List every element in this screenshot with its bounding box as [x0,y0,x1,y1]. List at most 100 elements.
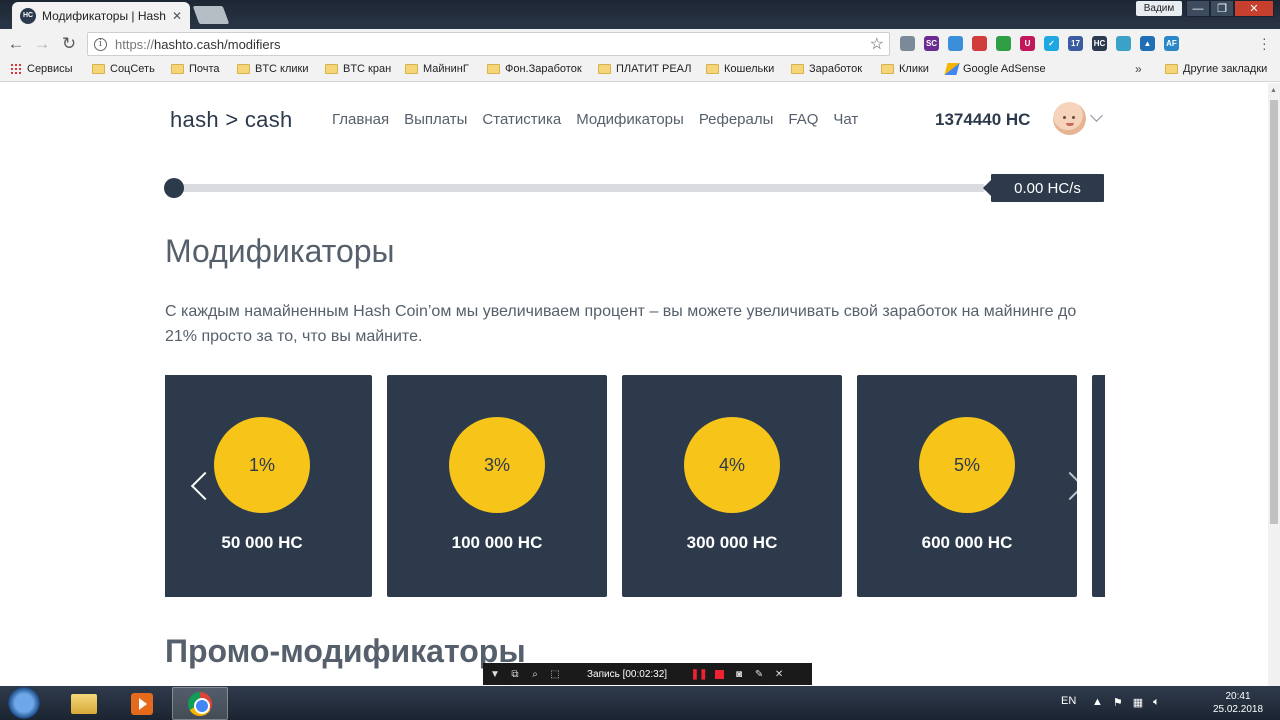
bookmark-star-icon[interactable]: ☆ [870,34,884,54]
bookmark-label: Заработок [809,63,863,75]
map-ext-icon[interactable] [1116,36,1131,51]
info-icon[interactable]: i [94,37,107,51]
hc-ext-icon[interactable]: HC [1092,36,1107,51]
recorder-window-icon[interactable]: ⧉ [509,668,521,680]
input-language[interactable]: EN [1061,695,1076,707]
bookmark-label: МайнинГ [423,63,469,75]
modifier-card-partial [1092,375,1105,597]
modifier-percent: 3% [449,417,545,513]
new-tab-button[interactable] [192,6,230,24]
red-dot-ext-icon[interactable] [972,36,987,51]
folder-icon [171,64,184,74]
recorder-close-icon[interactable]: ✕ [773,668,785,680]
bookmarks-bar: Сервисы СоцСеть Почта BTC клики BTC кран… [0,59,1280,82]
nav-link-faq[interactable]: FAQ [788,111,818,128]
profile-badge[interactable]: Вадим [1136,1,1182,16]
site-logo[interactable]: hash > cash [170,107,293,133]
bookmark-label: BTC клики [255,63,309,75]
bookmark-folder[interactable]: Заработок [791,63,862,75]
taskbar-clock[interactable]: 20:41 25.02.2018 [1205,690,1271,716]
window-close-button[interactable]: ✕ [1234,0,1274,17]
taskbar-explorer[interactable] [56,687,112,720]
tray-expand-icon[interactable]: ▲ [1092,696,1103,709]
maximize-button[interactable]: ❐ [1210,0,1234,17]
recorder-pause-icon[interactable]: ❚❚ [691,668,708,680]
bookmark-folder[interactable]: МайнинГ [405,63,469,75]
bookmarks-overflow-button[interactable]: » [1135,62,1142,76]
nav-link-referrals[interactable]: Рефералы [699,111,774,128]
forward-arrow-icon[interactable]: → [32,34,52,54]
recorder-zoom-icon[interactable]: ⌕ [529,668,541,680]
folder-icon [598,64,611,74]
af-ext-icon[interactable]: AF [1164,36,1179,51]
recorder-status: Запись [00:02:32] [587,668,668,680]
carousel-prev-arrow-icon[interactable] [189,470,205,500]
folder-icon [92,64,105,74]
bookmark-adsense[interactable]: Google AdSense [944,63,1046,75]
badge-ext-icon[interactable]: 17 [1068,36,1083,51]
nav-link-stats[interactable]: Статистика [482,111,561,128]
start-button-icon[interactable] [4,687,44,719]
taskbar-media-player[interactable] [114,687,170,720]
bookmark-folder[interactable]: BTC кран [325,63,391,75]
recorder-pen-icon[interactable]: ✎ [753,668,765,680]
bookmark-folder[interactable]: ПЛАТИТ РЕАЛ [598,63,691,75]
avatar[interactable] [1053,102,1086,135]
page-viewport: hash > cash Главная Выплаты Статистика М… [0,83,1280,686]
taskbar-chrome[interactable] [172,687,228,720]
scroll-thumb[interactable] [1270,100,1278,524]
nav-link-home[interactable]: Главная [332,111,389,128]
clock-time: 20:41 [1225,691,1251,702]
nav-link-modifiers[interactable]: Модификаторы [576,111,684,128]
reload-icon[interactable]: ↻ [59,34,79,54]
recorder-stop-icon[interactable] [713,668,725,680]
media-player-icon [131,692,153,715]
grid-ext-icon[interactable] [900,36,915,51]
bookmark-label: Клики [899,63,929,75]
browser-titlebar: HC Модификаторы | Hash t ✕ Вадим — ❐ ✕ [0,0,1280,29]
tray-flag-icon[interactable]: ⚑ [1113,696,1123,709]
check-ext-icon[interactable]: ✓ [1044,36,1059,51]
browser-tab[interactable]: HC Модификаторы | Hash t ✕ [12,2,190,29]
scroll-up-icon[interactable]: ▲ [1270,87,1277,94]
nav-link-payouts[interactable]: Выплаты [404,111,467,128]
modifier-card: 4% 300 000 HC [622,375,842,597]
browser-menu-icon[interactable]: · · · [1262,31,1267,55]
address-bar[interactable]: i https://hashto.cash/modifiers ☆ [87,32,890,56]
bookmark-folder[interactable]: Клики [881,63,929,75]
bookmark-apps[interactable]: Сервисы [10,63,73,75]
bookmark-folder[interactable]: Кошельки [706,63,774,75]
swirl-ext-icon[interactable] [948,36,963,51]
carousel-next-arrow-icon[interactable] [1070,470,1086,500]
nav-link-chat[interactable]: Чат [833,111,858,128]
triangle-ext-icon[interactable]: ▲ [1140,36,1155,51]
other-bookmarks-folder[interactable]: Другие закладки [1165,63,1267,75]
magnet-ext-icon[interactable]: U [1020,36,1035,51]
cube-ext-icon[interactable] [996,36,1011,51]
chevron-down-icon[interactable] [1090,109,1103,122]
folder-icon [325,64,338,74]
bookmark-label: BTC кран [343,63,392,75]
bookmark-label: СоцСеть [110,63,155,75]
bookmark-label: ПЛАТИТ РЕАЛ [616,63,692,75]
promo-section-title: Промо-модификаторы [165,633,526,669]
bookmark-folder[interactable]: Почта [171,63,220,75]
back-arrow-icon[interactable]: ← [6,34,26,54]
tab-close-icon[interactable]: ✕ [172,9,182,23]
mining-progress-knob [164,178,184,198]
modifiers-carousel: 1% 50 000 HC 3% 100 000 HC 4% 300 000 HC… [165,375,1105,597]
tray-network-icon[interactable]: ▦ [1133,696,1143,709]
window-controls: — ❐ ✕ [1186,0,1274,17]
sc-ext-icon[interactable]: SC [924,36,939,51]
bookmark-folder[interactable]: BTC клики [237,63,309,75]
recorder-menu-icon[interactable]: ▼ [489,668,501,680]
bookmark-label: Google AdSense [963,63,1046,75]
recorder-camera-icon[interactable]: ◙ [733,668,745,680]
minimize-button[interactable]: — [1186,0,1210,17]
tray-volume-icon[interactable]: 🔈︎ [1153,696,1160,709]
recorder-area-icon[interactable]: ⬚ [549,668,561,680]
bookmark-folder[interactable]: СоцСеть [92,63,155,75]
page-scrollbar[interactable]: ▲ [1268,83,1280,686]
folder-icon [706,64,719,74]
bookmark-folder[interactable]: Фон.Заработок [487,63,582,75]
